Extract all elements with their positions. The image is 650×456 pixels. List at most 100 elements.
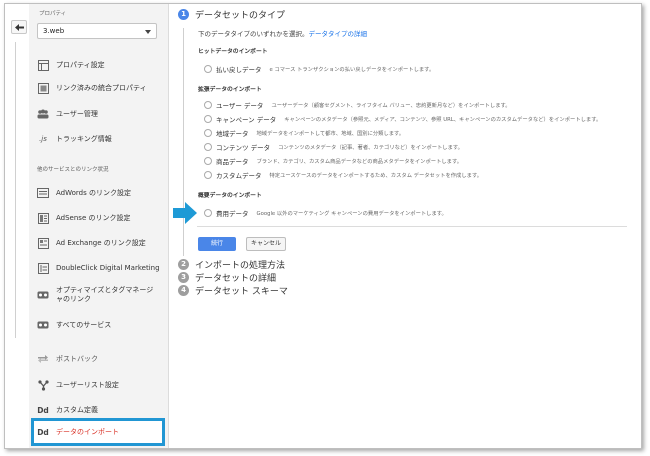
divider (197, 226, 627, 227)
sidebar-item-label: DoubleClick Digital Marketing (56, 263, 160, 272)
radio-custom-data[interactable]: カスタムデータ 特定ユースケースのデータをインポートするため、カスタム データセ… (204, 170, 482, 180)
step-1-title: データセットのタイプ (195, 11, 286, 21)
radio-description: ブランド、カテゴリ、カスタム商品データなどの商品メタデータをインポートします。 (256, 159, 463, 165)
back-column (5, 4, 29, 448)
radio-label: カスタムデータ (216, 172, 262, 180)
user-list-icon (37, 379, 49, 391)
radio-button[interactable] (204, 209, 212, 217)
dd-icon: Dd (37, 427, 49, 437)
radio-description: キャンペーンのメタデータ（参照元、メディア、コンテンツ、参照 URL、キャンペー… (284, 117, 602, 123)
radio-label: 払い戻しデータ (216, 66, 262, 74)
intro-text-label: 下のデータタイプのいずれかを選択。 (198, 30, 309, 38)
sidebar-item-label: トラッキング情報 (56, 134, 112, 143)
sidebar-item-custom-definitions[interactable]: Dd カスタム定義 (37, 402, 167, 418)
radio-button[interactable] (204, 65, 212, 73)
summary-data-section-title: 概要データのインポート (198, 193, 262, 199)
adsense-icon (37, 212, 49, 224)
property-settings-icon (37, 59, 49, 71)
sidebar-item-label: AdWords のリンク設定 (56, 188, 131, 197)
step-4-title[interactable]: データセット スキーマ (195, 284, 288, 297)
postback-icon (37, 353, 49, 365)
sidebar-item-label: リンク済みの統合プロパティ (56, 83, 147, 92)
back-button[interactable] (11, 20, 27, 34)
radio-campaign-data[interactable]: キャンペーン データ キャンペーンのメタデータ（参照元、メディア、コンテンツ、参… (204, 114, 601, 124)
app-frame: プロパティ 3.web プロパティ設定 リンク済みの統合プロパティ ユーザー管理… (4, 3, 642, 449)
sidebar-item-property-settings[interactable]: プロパティ設定 (37, 57, 167, 73)
sidebar: プロパティ 3.web プロパティ設定 リンク済みの統合プロパティ ユーザー管理… (29, 4, 169, 448)
back-arrow-icon (14, 23, 24, 31)
users-icon (37, 108, 49, 120)
property-select-value: 3.web (43, 27, 65, 35)
rollup-property-icon (37, 82, 49, 94)
sidebar-item-user-list[interactable]: ユーザーリスト設定 (37, 377, 167, 393)
adwords-icon (37, 187, 49, 199)
hit-data-section-title: ヒットデータのインポート (198, 49, 268, 55)
pointer-arrow-icon (173, 202, 197, 224)
adexchange-icon (37, 237, 49, 249)
sidebar-item-adexchange[interactable]: Ad Exchange のリンク設定 (37, 235, 167, 251)
radio-button[interactable] (204, 129, 212, 137)
all-services-icon (37, 319, 49, 331)
sidebar-item-label: AdSense のリンク設定 (56, 213, 131, 222)
sidebar-item-optimize[interactable]: オプティマイズとタグマネージャのリンク (37, 283, 167, 307)
radio-geo-data[interactable]: 地域データ 地域データをインポートして都市、地域、国別に分類します。 (204, 128, 404, 138)
step-3-circle: 3 (178, 272, 189, 283)
radio-button[interactable] (204, 143, 212, 151)
section-label-linking: 他のサービスとのリンク状況 (37, 167, 109, 173)
sidebar-item-label: データのインポート (56, 427, 119, 436)
radio-label: 費用データ (216, 210, 249, 218)
radio-label: 商品データ (216, 158, 249, 166)
sidebar-item-label: プロパティ設定 (56, 60, 105, 69)
radio-label: ユーザー データ (216, 102, 264, 110)
dd-icon: Dd (37, 405, 49, 415)
radio-user-data[interactable]: ユーザー データ ユーザーデータ（顧客セグメント、ライフタイム バリュー、忠約更… (204, 100, 511, 110)
radio-button[interactable] (204, 115, 212, 123)
radio-label: コンテンツ データ (216, 144, 271, 152)
radio-button[interactable] (204, 157, 212, 165)
cancel-button[interactable]: キャンセル (246, 237, 286, 251)
sidebar-item-adsense[interactable]: AdSense のリンク設定 (37, 210, 167, 226)
intro-text: 下のデータタイプのいずれかを選択。データタイプの詳細 (198, 28, 367, 38)
radio-refund-data[interactable]: 払い戻しデータ e コマース トランザクションの払い戻しデータをインポートします… (204, 64, 434, 74)
sidebar-item-data-import[interactable]: Dd データのインポート (37, 424, 167, 440)
optimize-icon (37, 289, 49, 301)
radio-label: キャンペーン データ (216, 116, 277, 124)
sidebar-item-tracking-info[interactable]: .js トラッキング情報 (37, 131, 167, 147)
step-4-circle: 4 (178, 285, 189, 296)
radio-description: 特定ユースケースのデータをインポートするため、カスタム データセットを作成します… (269, 173, 483, 179)
sidebar-item-adwords[interactable]: AdWords のリンク設定 (37, 185, 167, 201)
property-label: プロパティ (39, 11, 67, 17)
step-3-title[interactable]: データセットの詳細 (195, 271, 276, 284)
step-2-title[interactable]: インポートの処理方法 (195, 258, 285, 271)
sidebar-item-rollup-property[interactable]: リンク済みの統合プロパティ (37, 80, 167, 96)
radio-description: コンテンツのメタデータ（記事、著者、カテゴリなど）をインポートします。 (278, 145, 463, 151)
sidebar-item-label: ユーザー管理 (56, 109, 98, 118)
sidebar-item-doubleclick[interactable]: DoubleClick Digital Marketing (37, 260, 167, 276)
radio-content-data[interactable]: コンテンツ データ コンテンツのメタデータ（記事、著者、カテゴリなど）をインポー… (204, 142, 463, 152)
sidebar-item-label: ユーザーリスト設定 (56, 380, 119, 389)
sidebar-item-label: Ad Exchange のリンク設定 (56, 238, 146, 247)
radio-button[interactable] (204, 101, 212, 109)
sidebar-item-user-management[interactable]: ユーザー管理 (37, 106, 167, 122)
tree-line (15, 42, 16, 338)
js-icon: .js (39, 135, 47, 143)
sidebar-item-label: カスタム定義 (56, 405, 98, 414)
continue-button[interactable]: 続行 (198, 237, 236, 251)
data-type-details-link[interactable]: データタイプの詳細 (309, 30, 368, 38)
radio-description: ユーザーデータ（顧客セグメント、ライフタイム バリュー、忠約更新月など）をインポ… (271, 103, 511, 109)
radio-label: 地域データ (216, 130, 249, 138)
radio-button[interactable] (204, 171, 212, 179)
radio-description: Google 以外のマーケティング キャンペーンの費用データをインポートします。 (256, 211, 447, 217)
radio-cost-data[interactable]: 費用データ Google 以外のマーケティング キャンペーンの費用データをインポ… (204, 208, 447, 218)
sidebar-item-postback[interactable]: ポストバック (37, 351, 167, 367)
doubleclick-icon (37, 262, 49, 274)
radio-description: 地域データをインポートして都市、地域、国別に分類します。 (256, 131, 405, 137)
radio-description: e コマース トランザクションの払い戻しデータをインポートします。 (269, 67, 435, 73)
step-2-circle: 2 (178, 259, 189, 270)
sidebar-item-all-services[interactable]: すべてのサービス (37, 317, 167, 333)
property-select[interactable]: 3.web (37, 23, 157, 39)
sidebar-item-label: オプティマイズとタグマネージャのリンク (56, 286, 154, 303)
chevron-down-icon (145, 30, 151, 34)
radio-product-data[interactable]: 商品データ ブランド、カテゴリ、カスタム商品データなどの商品メタデータをインポー… (204, 156, 462, 166)
step-1-circle: 1 (178, 9, 189, 20)
